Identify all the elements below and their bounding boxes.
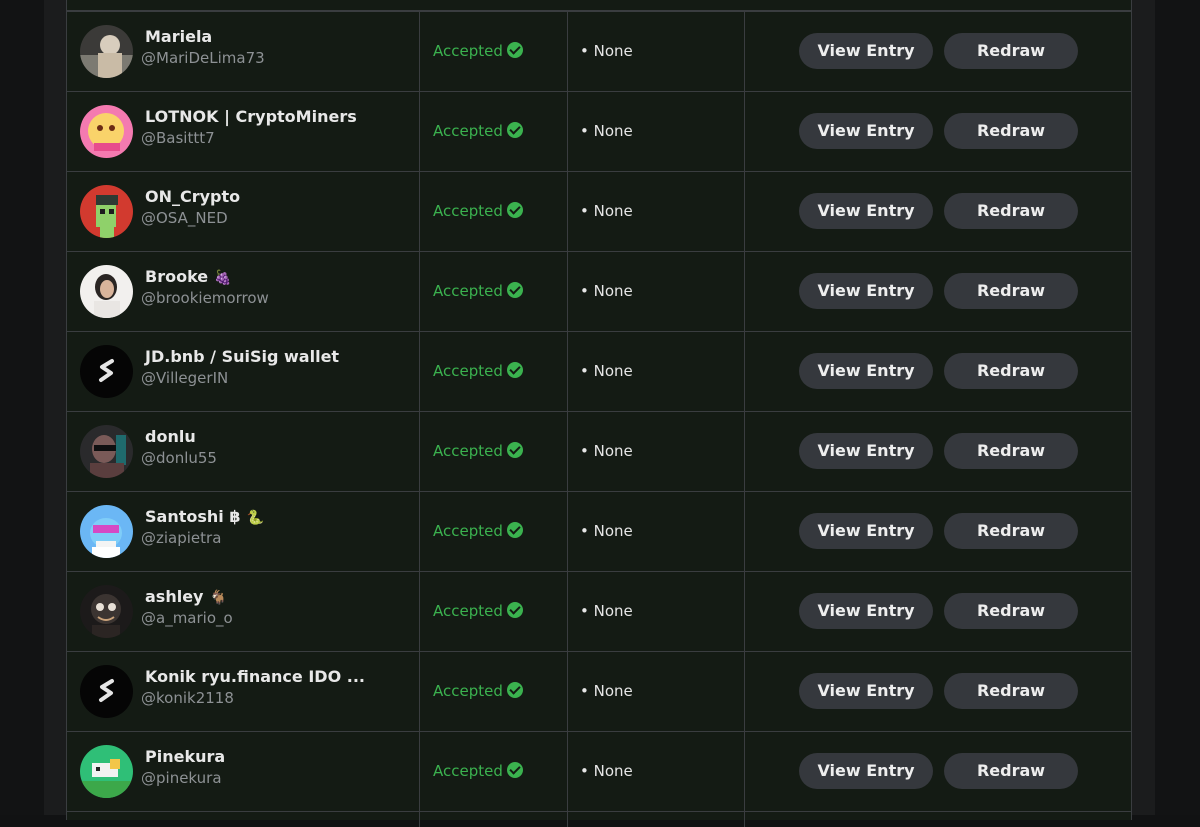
table-row: JD.bnb / SuiSig wallet @VillegerIN Accep… (67, 332, 1131, 412)
avatar (80, 665, 133, 718)
check-circle-icon (506, 442, 523, 458)
redraw-button[interactable]: Redraw (944, 353, 1078, 389)
issues-value: • None (580, 762, 633, 780)
user-handle: @donlu55 (141, 449, 217, 467)
user-name: Brooke 🍇 (145, 267, 232, 286)
table-header-edge (66, 0, 1132, 10)
avatar (80, 505, 133, 558)
issues-value: • None (580, 522, 633, 540)
issues-value: • None (580, 282, 633, 300)
redraw-button[interactable]: Redraw (944, 513, 1078, 549)
redraw-button[interactable]: Redraw (944, 593, 1078, 629)
avatar (80, 585, 133, 638)
status-accepted: Accepted (433, 202, 523, 220)
redraw-button[interactable]: Redraw (944, 193, 1078, 229)
check-circle-icon (506, 42, 523, 58)
user-handle: @OSA_NED (141, 209, 228, 227)
check-circle-icon (506, 522, 523, 538)
view-entry-button[interactable]: View Entry (799, 273, 933, 309)
check-circle-icon (506, 202, 523, 218)
status-accepted: Accepted (433, 602, 523, 620)
snake-icon: 🐍 (246, 510, 264, 526)
avatar (80, 25, 133, 78)
status-accepted: Accepted (433, 362, 523, 380)
table-row: ashley 🐐 @a_mario_o Accepted • None View … (67, 572, 1131, 652)
status-accepted: Accepted (433, 682, 523, 700)
avatar (80, 345, 133, 398)
redraw-button[interactable]: Redraw (944, 33, 1078, 69)
grapes-icon: 🍇 (214, 270, 232, 286)
check-circle-icon (506, 122, 523, 138)
user-handle: @brookiemorrow (141, 289, 269, 307)
view-entry-button[interactable]: View Entry (799, 33, 933, 69)
table-row: Pinekura @pinekura Accepted • None View … (67, 732, 1131, 812)
redraw-button[interactable]: Redraw (944, 113, 1078, 149)
table-row: Brooke 🍇 @brookiemorrow Accepted • None V… (67, 252, 1131, 332)
issues-value: • None (580, 42, 633, 60)
redraw-button[interactable]: Redraw (944, 753, 1078, 789)
check-circle-icon (506, 762, 523, 778)
table-row: LOTNOK | CryptoMiners @Basittt7 Accepted… (67, 92, 1131, 172)
issues-value: • None (580, 682, 633, 700)
check-circle-icon (506, 682, 523, 698)
status-accepted: Accepted (433, 762, 523, 780)
user-name: LOTNOK | CryptoMiners (145, 107, 357, 126)
user-handle: @ziapietra (141, 529, 222, 547)
user-name: Pinekura (145, 747, 226, 766)
avatar (80, 105, 133, 158)
status-accepted: Accepted (433, 42, 523, 60)
issues-value: • None (580, 202, 633, 220)
check-circle-icon (506, 602, 523, 618)
view-entry-button[interactable]: View Entry (799, 673, 933, 709)
issues-value: • None (580, 602, 633, 620)
user-handle: @konik2118 (141, 689, 234, 707)
view-entry-button[interactable]: View Entry (799, 113, 933, 149)
user-name: Mariela (145, 27, 213, 46)
issues-value: • None (580, 362, 633, 380)
issues-value: • None (580, 442, 633, 460)
table-row: ON_Crypto @OSA_NED Accepted • None View … (67, 172, 1131, 252)
table-row: donlu @donlu55 Accepted • None View Entr… (67, 412, 1131, 492)
user-name: Santoshi ฿ 🐍 (145, 507, 264, 526)
view-entry-button[interactable]: View Entry (799, 193, 933, 229)
view-entry-button[interactable]: View Entry (799, 353, 933, 389)
check-circle-icon (506, 362, 523, 378)
status-accepted: Accepted (433, 522, 523, 540)
user-handle: @VillegerIN (141, 369, 229, 387)
user-name: Konik ryu.finance IDO ... (145, 667, 365, 686)
table-row: Mariela @MariDeLima73 Accepted • None Vi… (67, 12, 1131, 92)
table-row: Konik ryu.finance IDO ... @konik2118 Acc… (67, 652, 1131, 732)
view-entry-button[interactable]: View Entry (799, 433, 933, 469)
entries-table: Mariela @MariDeLima73 Accepted • None Vi… (66, 10, 1132, 827)
user-name: donlu (145, 427, 196, 446)
user-handle: @MariDeLima73 (141, 49, 265, 67)
status-accepted: Accepted (433, 282, 523, 300)
redraw-button[interactable]: Redraw (944, 273, 1078, 309)
status-accepted: Accepted (433, 122, 523, 140)
user-name: JD.bnb / SuiSig wallet (145, 347, 340, 366)
issues-value: • None (580, 122, 633, 140)
avatar (80, 185, 133, 238)
page-margin-right (1155, 0, 1200, 815)
table-row: Santoshi ฿ 🐍 @ziapietra Accepted • None V… (67, 492, 1131, 572)
user-handle: @pinekura (141, 769, 222, 787)
page-margin-left (0, 0, 44, 815)
user-handle: @a_mario_o (141, 609, 233, 627)
redraw-button[interactable]: Redraw (944, 673, 1078, 709)
user-handle: @Basittt7 (141, 129, 215, 147)
avatar (80, 265, 133, 318)
view-entry-button[interactable]: View Entry (799, 513, 933, 549)
view-entry-button[interactable]: View Entry (799, 753, 933, 789)
user-name: ashley 🐐 (145, 587, 227, 606)
view-entry-button[interactable]: View Entry (799, 593, 933, 629)
avatar (80, 425, 133, 478)
status-accepted: Accepted (433, 442, 523, 460)
redraw-button[interactable]: Redraw (944, 433, 1078, 469)
check-circle-icon (506, 282, 523, 298)
goat-icon: 🐐 (209, 590, 227, 606)
user-name: ON_Crypto (145, 187, 241, 206)
avatar (80, 745, 133, 798)
